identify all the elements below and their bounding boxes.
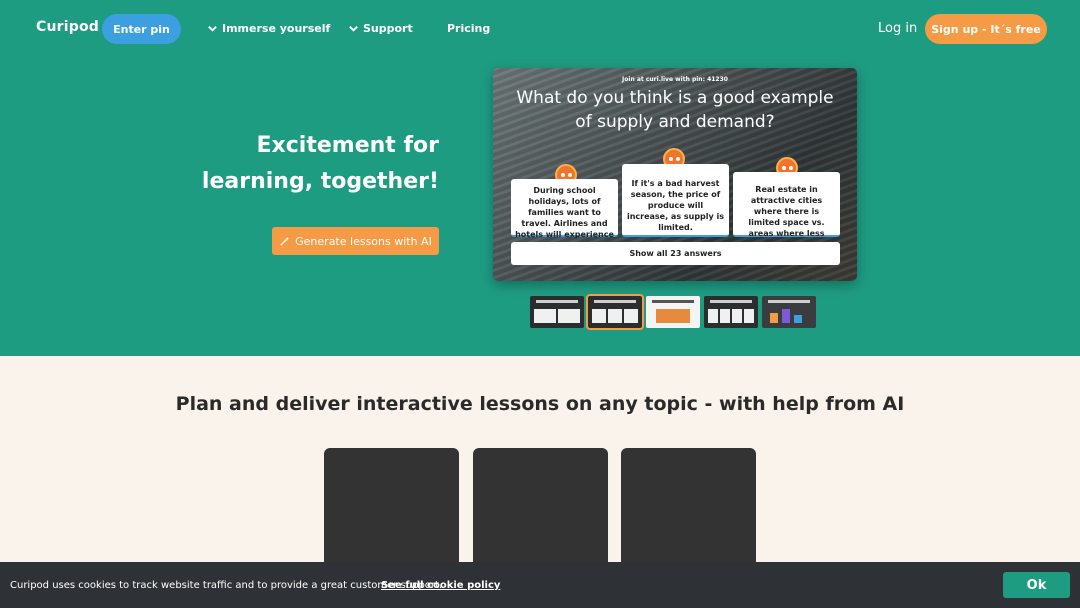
thumb-box <box>782 309 790 323</box>
nav-support-dropdown[interactable]: Support <box>348 22 413 35</box>
generate-lessons-label: Generate lessons with AI <box>295 234 432 248</box>
signup-button[interactable]: Sign up - It´s free <box>925 14 1047 44</box>
thumb-box <box>534 309 556 323</box>
slide-thumbnail[interactable] <box>646 296 700 328</box>
slide-thumbnail-active[interactable] <box>586 294 644 330</box>
thumb-box <box>608 309 622 323</box>
headline-line-1: Excitement for <box>256 133 439 158</box>
thumb-line <box>594 300 636 303</box>
thumb-box <box>732 309 742 323</box>
headline-line-2: learning, together! <box>201 169 439 194</box>
chevron-down-icon <box>349 26 358 32</box>
hero-headline: Excitement for learning, together! <box>139 128 439 200</box>
thumb-line <box>768 300 810 303</box>
slide-thumbnails <box>530 294 816 330</box>
thumb-box <box>720 309 730 323</box>
top-nav: Curipod Enter pin Immerse yourself Suppo… <box>0 0 1080 58</box>
cookie-banner: Curipod uses cookies to track website tr… <box>0 562 1080 608</box>
nav-immerse-dropdown[interactable]: Immerse yourself <box>207 22 330 35</box>
generate-lessons-button[interactable]: Generate lessons with AI <box>272 227 439 255</box>
thumb-box <box>656 309 690 323</box>
thumb-box <box>592 309 606 323</box>
answer-card: During school holidays, lots of families… <box>511 179 618 250</box>
thumb-box <box>794 315 802 323</box>
thumb-box <box>624 309 638 323</box>
slide-question: What do you think is a good example of s… <box>516 88 834 132</box>
slide-thumbnail[interactable] <box>762 296 816 328</box>
join-pin-text: Join at curi.live with pin: 41230 <box>622 76 728 83</box>
answer-card: Real estate in attractive cities where t… <box>733 172 840 249</box>
curipod-logo[interactable]: Curipod <box>36 19 99 35</box>
magic-wand-icon <box>280 236 290 246</box>
nav-pricing-link[interactable]: Pricing <box>447 22 490 35</box>
slide-preview: Join at curi.live with pin: 41230 What d… <box>493 68 857 281</box>
thumb-box <box>744 309 754 323</box>
slide-thumbnail[interactable] <box>530 296 584 328</box>
thumb-box <box>708 309 718 323</box>
slide-thumbnail[interactable] <box>704 296 758 328</box>
answer-card: If it's a bad harvest season, the price … <box>622 164 729 237</box>
thumb-line <box>710 300 752 303</box>
section-title: Plan and deliver interactive lessons on … <box>175 393 905 415</box>
chevron-down-icon <box>208 26 217 32</box>
cookie-policy-link[interactable]: See full cookie policy <box>381 580 500 591</box>
thumb-box <box>770 313 778 323</box>
thumb-line <box>652 300 694 303</box>
show-all-answers-button[interactable]: Show all 23 answers <box>511 242 840 265</box>
cookie-ok-button[interactable]: Ok <box>1003 572 1070 598</box>
thumb-box <box>558 309 580 323</box>
login-link[interactable]: Log in <box>878 21 917 36</box>
enter-pin-button[interactable]: Enter pin <box>102 14 181 44</box>
nav-support-label: Support <box>363 22 413 35</box>
nav-immerse-label: Immerse yourself <box>222 22 331 35</box>
thumb-line <box>536 300 578 303</box>
cookie-text: Curipod uses cookies to track website tr… <box>10 580 443 591</box>
